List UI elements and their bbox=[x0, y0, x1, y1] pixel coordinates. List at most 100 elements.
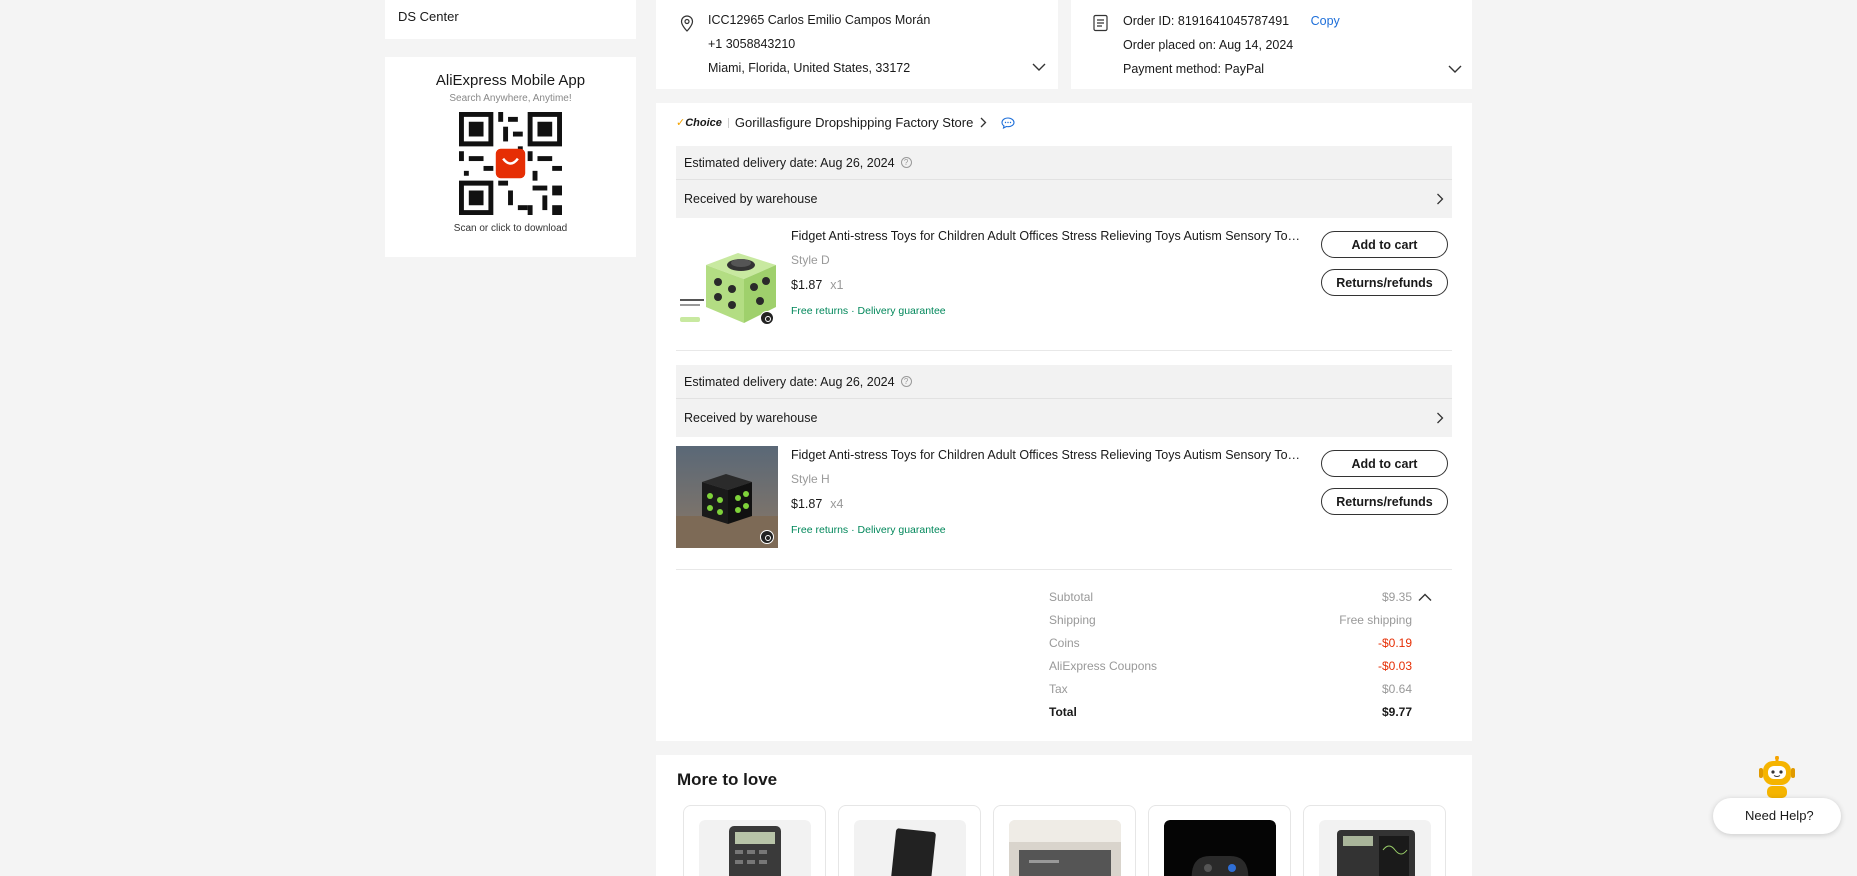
product-card[interactable] bbox=[838, 805, 981, 876]
summary-shipping: Shipping Free shipping bbox=[1049, 613, 1432, 636]
summary-label: Shipping bbox=[1049, 613, 1096, 627]
help-circle-icon[interactable]: ? bbox=[900, 157, 912, 168]
desk-mat-image bbox=[1009, 820, 1121, 876]
app-subtitle: Search Anywhere, Anytime! bbox=[449, 93, 572, 104]
recipient-phone: +1 3058843210 bbox=[708, 37, 796, 51]
service-tags: Free returns · Delivery guarantee bbox=[791, 524, 946, 536]
summary-value: -$0.19 bbox=[1377, 636, 1412, 650]
chevron-right-icon[interactable] bbox=[979, 117, 987, 128]
chevron-up-icon[interactable] bbox=[1418, 593, 1432, 602]
summary-tax: Tax $0.64 bbox=[1049, 682, 1432, 705]
product-price: $1.87 x4 bbox=[791, 497, 843, 511]
order-document-icon bbox=[1093, 14, 1108, 32]
choice-badge: ✓Choice bbox=[676, 116, 722, 129]
qr-code-icon[interactable] bbox=[459, 112, 562, 215]
ds-center-label: DS Center bbox=[398, 9, 459, 24]
summary-value: $9.77 bbox=[1381, 705, 1412, 719]
copy-order-id-button[interactable]: Copy bbox=[1311, 14, 1340, 28]
more-to-love-section: More to love bbox=[656, 755, 1472, 876]
order-item: Fidget Anti-stress Toys for Children Adu… bbox=[676, 446, 1452, 548]
summary-label: Coins bbox=[1049, 636, 1080, 650]
product-image[interactable] bbox=[676, 227, 778, 329]
product-image[interactable] bbox=[676, 446, 778, 548]
add-to-cart-button[interactable]: Add to cart bbox=[1321, 450, 1448, 477]
returns-refunds-button[interactable]: Returns/refunds bbox=[1321, 269, 1448, 296]
gamepad-image bbox=[1164, 820, 1276, 876]
chat-icon[interactable] bbox=[1001, 116, 1015, 129]
mobile-app-card[interactable]: AliExpress Mobile App Search Anywhere, A… bbox=[385, 57, 636, 257]
location-pin-icon bbox=[680, 15, 694, 32]
order-id: Order ID: 8191641045787491 Copy bbox=[1123, 14, 1340, 28]
camera-icon[interactable] bbox=[760, 311, 774, 325]
order-placed-date: Order placed on: Aug 14, 2024 bbox=[1123, 38, 1294, 52]
estimated-delivery: Estimated delivery date: Aug 26, 2024 ? bbox=[676, 146, 1452, 180]
summary-label: Total bbox=[1049, 705, 1077, 719]
tracking-status-text: Received by warehouse bbox=[684, 192, 818, 206]
summary-value: Free shipping bbox=[1339, 613, 1412, 627]
store-name[interactable]: Gorillasfigure Dropshipping Factory Stor… bbox=[735, 115, 973, 130]
tracking-status-row[interactable]: Received by warehouse bbox=[676, 180, 1452, 218]
chevron-down-icon[interactable] bbox=[1032, 62, 1046, 72]
chevron-down-icon[interactable] bbox=[1448, 64, 1462, 74]
service-tags: Free returns · Delivery guarantee bbox=[791, 305, 946, 317]
product-variant: Style D bbox=[791, 253, 830, 267]
recipient-location: Miami, Florida, United States, 33172 bbox=[708, 61, 911, 75]
divider bbox=[727, 117, 729, 128]
camera-icon[interactable] bbox=[760, 530, 774, 544]
product-card[interactable] bbox=[993, 805, 1136, 876]
black-tablet-image bbox=[854, 820, 966, 876]
product-card[interactable] bbox=[1303, 805, 1446, 876]
estimated-delivery-text: Estimated delivery date: Aug 26, 2024 bbox=[684, 374, 895, 389]
summary-value: -$0.03 bbox=[1377, 659, 1412, 673]
recipient-name: ICC12965 Carlos Emilio Campos Morán bbox=[708, 13, 931, 27]
shipping-address-card: ICC12965 Carlos Emilio Campos Morán +1 3… bbox=[656, 0, 1058, 89]
section-title: More to love bbox=[677, 770, 778, 789]
estimated-delivery: Estimated delivery date: Aug 26, 2024 ? bbox=[676, 365, 1452, 399]
store-header[interactable]: ✓Choice Gorillasfigure Dropshipping Fact… bbox=[676, 115, 1015, 130]
summary-label: Tax bbox=[1049, 682, 1068, 696]
returns-refunds-button[interactable]: Returns/refunds bbox=[1321, 488, 1448, 515]
check-icon: ✓ bbox=[676, 117, 686, 129]
app-title: AliExpress Mobile App bbox=[435, 72, 586, 89]
chevron-right-icon bbox=[1437, 193, 1444, 205]
price-value: $1.87 bbox=[791, 278, 823, 292]
payment-method: Payment method: PayPal bbox=[1123, 62, 1265, 76]
product-card[interactable] bbox=[683, 805, 826, 876]
order-info-card: Order ID: 8191641045787491 Copy Order pl… bbox=[1071, 0, 1472, 89]
order-id-text: Order ID: 8191641045787491 bbox=[1123, 14, 1290, 28]
summary-coupons: AliExpress Coupons -$0.03 bbox=[1049, 659, 1432, 682]
chevron-right-icon bbox=[1437, 412, 1444, 424]
order-item: Fidget Anti-stress Toys for Children Adu… bbox=[676, 227, 1452, 329]
tracking-status-text: Received by warehouse bbox=[684, 411, 818, 425]
delivery-status-box: Estimated delivery date: Aug 26, 2024 ? … bbox=[676, 146, 1452, 218]
tracking-status-row[interactable]: Received by warehouse bbox=[676, 399, 1452, 437]
quantity: x1 bbox=[830, 278, 844, 292]
summary-label: AliExpress Coupons bbox=[1049, 659, 1158, 673]
product-title[interactable]: Fidget Anti-stress Toys for Children Adu… bbox=[791, 448, 1301, 462]
price-value: $1.87 bbox=[791, 497, 823, 511]
help-circle-icon[interactable]: ? bbox=[900, 376, 912, 387]
summary-total: Total $9.77 bbox=[1049, 705, 1432, 728]
product-price: $1.87 x1 bbox=[791, 278, 843, 292]
calculator-image bbox=[699, 820, 811, 876]
choice-label: Choice bbox=[685, 117, 722, 129]
product-variant: Style H bbox=[791, 472, 830, 486]
summary-coins: Coins -$0.19 bbox=[1049, 636, 1432, 659]
product-title[interactable]: Fidget Anti-stress Toys for Children Adu… bbox=[791, 229, 1301, 243]
summary-label: Subtotal bbox=[1049, 590, 1094, 604]
quantity: x4 bbox=[830, 497, 844, 511]
add-to-cart-button[interactable]: Add to cart bbox=[1321, 231, 1448, 258]
product-card[interactable] bbox=[1148, 805, 1291, 876]
summary-value: $0.64 bbox=[1381, 682, 1412, 696]
summary-subtotal: Subtotal $9.35 bbox=[1049, 590, 1432, 613]
app-download-cta: Scan or click to download bbox=[453, 223, 568, 234]
delivery-status-box: Estimated delivery date: Aug 26, 2024 ? … bbox=[676, 365, 1452, 437]
assistant-robot-icon[interactable] bbox=[1757, 756, 1797, 798]
summary-value: $9.35 bbox=[1381, 590, 1412, 604]
ds-center-link[interactable]: DS Center bbox=[385, 0, 636, 39]
estimated-delivery-text: Estimated delivery date: Aug 26, 2024 bbox=[684, 155, 895, 170]
store-order-card: ✓Choice Gorillasfigure Dropshipping Fact… bbox=[656, 103, 1472, 741]
divider bbox=[676, 569, 1452, 570]
lcd-writing-calculator-image bbox=[1319, 820, 1431, 876]
need-help-button[interactable]: Need Help? bbox=[1713, 798, 1841, 834]
